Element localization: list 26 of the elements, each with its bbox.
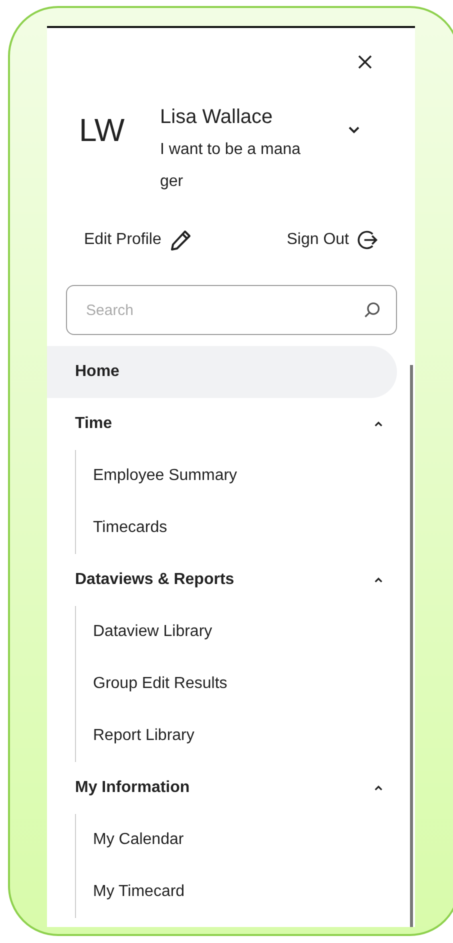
edit-profile-link[interactable]: Edit Profile <box>84 228 194 252</box>
nav-item[interactable]: Timecards <box>76 502 397 554</box>
sign-out-link[interactable]: Sign Out <box>286 229 379 251</box>
caret-icon <box>374 421 383 427</box>
pencil-icon <box>169 228 194 252</box>
nav-section[interactable]: Time <box>47 398 397 450</box>
scrollbar[interactable] <box>410 365 413 927</box>
nav-item[interactable]: Employee Summary <box>76 450 397 502</box>
chevron-icon[interactable] <box>348 126 360 134</box>
nav-item[interactable]: Report Library <box>76 710 397 762</box>
sign-out-icon <box>357 229 379 251</box>
nav-item[interactable]: My Calendar <box>76 814 397 866</box>
user-subtitle: I want to be a manager <box>160 140 302 192</box>
search-field[interactable]: Search <box>66 285 397 335</box>
nav-item[interactable]: My Timecard <box>76 866 397 918</box>
close-icon[interactable] <box>357 54 373 70</box>
search-icon <box>363 301 381 319</box>
nav-section[interactable]: My Information <box>47 762 397 814</box>
avatar-initials: LW <box>79 112 126 148</box>
nav-item[interactable]: Group Edit Results <box>76 658 397 710</box>
user-name: Lisa Wallace <box>160 105 274 130</box>
nav-item[interactable]: Dataview Library <box>76 606 397 658</box>
nav-section[interactable]: Dataviews & Reports <box>47 554 397 606</box>
caret-icon <box>374 577 383 583</box>
caret-icon <box>374 785 383 791</box>
nav-item[interactable]: Home <box>47 346 397 398</box>
